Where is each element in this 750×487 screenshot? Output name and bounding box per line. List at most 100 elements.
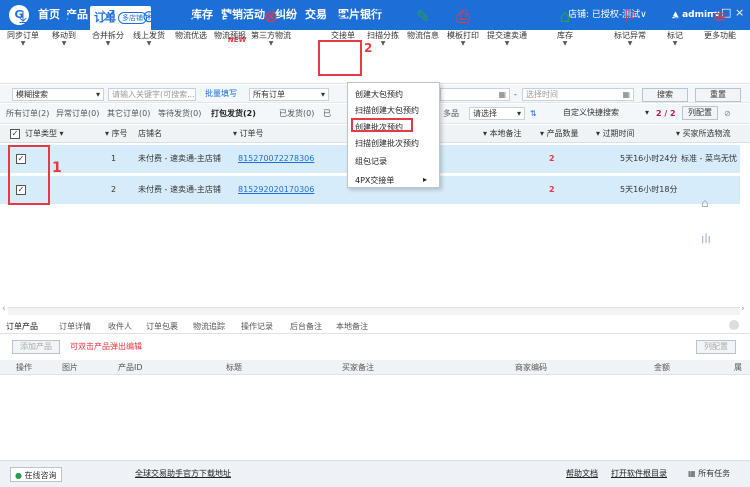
tab-packing-shipment[interactable]: 打包发货(2) xyxy=(211,108,256,120)
template-print-button[interactable]: ⎙ 模板打印 ▼ xyxy=(440,4,486,47)
tab-local-note[interactable]: 本地备注 xyxy=(336,321,368,332)
order-type-value: 所有订单 xyxy=(253,90,285,99)
multi-product-tag[interactable]: 多品 xyxy=(443,108,459,120)
chevron-down-icon: ▾ xyxy=(676,129,681,138)
annotation-number-2: 2 xyxy=(364,41,373,55)
chevron-down-icon: ▼ xyxy=(504,40,510,47)
chevron-down-icon: ▾ xyxy=(95,90,100,99)
chevron-down-icon: ▾ xyxy=(644,108,649,117)
filter-select-value: 请选择 xyxy=(473,109,497,118)
sort-icon[interactable]: ⇅ xyxy=(530,108,537,120)
col-buyer-logistics[interactable]: ▾ 买家所选物流 xyxy=(676,125,731,143)
settings-icon[interactable] xyxy=(729,320,739,330)
annotation-number-1: 1 xyxy=(52,160,62,176)
end-date-input[interactable]: 选择时间 ▦ xyxy=(522,88,634,101)
row-logistics: 标准 - 菜鸟无忧 xyxy=(681,154,737,163)
online-consult-button[interactable]: ● 在线咨询 xyxy=(10,467,62,482)
chevron-down-icon: ▼ xyxy=(20,40,26,47)
menu-item-4px-handover[interactable]: 4PX交接单 ▸ xyxy=(355,175,427,186)
chevron-left-icon[interactable]: ‹ xyxy=(2,304,6,314)
row-order-link[interactable]: 815270072278306 xyxy=(238,145,314,173)
third-party-logistics-button[interactable]: ⊗ 第三方物流 ▼ xyxy=(248,4,294,47)
batch-fill-link[interactable]: 批量填写 xyxy=(205,85,237,103)
col-product-id: 产品ID xyxy=(118,363,143,372)
keyword-input[interactable]: 请输入关键字(可搜索... xyxy=(108,88,196,101)
tab-all-orders[interactable]: 所有订单(2) xyxy=(6,108,49,120)
chevron-down-icon: ▾ xyxy=(233,129,238,138)
quick-search-select[interactable]: 自定义快捷搜索 ▾ xyxy=(560,107,652,120)
chevron-down-icon: ▾ xyxy=(483,129,488,138)
menu-item-package-record[interactable]: 组包记录 xyxy=(355,156,387,167)
add-product-button[interactable]: 添加产品 xyxy=(12,340,60,354)
col-order-no[interactable]: ▾ 订单号 xyxy=(233,125,264,143)
ban-icon[interactable]: ⊘ xyxy=(724,108,731,120)
tab-more[interactable]: 已 xyxy=(323,108,331,120)
row-order-link[interactable]: 815292020170306 xyxy=(238,176,314,204)
tab-other-orders[interactable]: 其它订单(0) xyxy=(107,108,150,120)
tab-operation-log[interactable]: 操作记录 xyxy=(241,321,273,332)
row-store: 未付费 - 速卖通-主店铺 xyxy=(138,154,221,163)
search-button[interactable]: 搜索 xyxy=(642,88,688,102)
menu-item-scan-create-batch[interactable]: 扫描创建批次预约 xyxy=(355,138,419,149)
chevron-down-icon: ▾ xyxy=(516,109,521,118)
edit-hint: 可双击产品弹出编辑 xyxy=(70,342,142,351)
column-config-button[interactable]: 列配置 xyxy=(682,106,718,120)
tab-backend-note[interactable]: 后台备注 xyxy=(290,321,322,332)
col-order-type[interactable]: 订单类型 ▾ xyxy=(25,125,64,143)
col-seq[interactable]: ▾ 序号 xyxy=(105,125,128,143)
col-label: 订单类型 xyxy=(25,129,57,138)
menu-item-create-big-package[interactable]: 创建大包预约 xyxy=(355,89,403,100)
help-doc-link[interactable]: 帮助文档 xyxy=(566,461,598,487)
tab-order-package[interactable]: 订单包裹 xyxy=(146,321,178,332)
print-icon: ⎙ xyxy=(456,7,470,27)
chevron-right-icon[interactable]: › xyxy=(741,304,745,314)
merge-split-icon: ⤮ xyxy=(101,7,115,27)
tab-awaiting-shipment[interactable]: 等待发货(0) xyxy=(158,108,201,120)
search-type-value: 模糊搜索 xyxy=(16,90,48,99)
filter-select[interactable]: 请选择 ▾ xyxy=(469,107,525,120)
date-separator: - xyxy=(514,90,517,99)
page-indicator: 2 / 2 xyxy=(656,109,676,118)
merge-split-button[interactable]: ⤮ 合并拆分 ▼ xyxy=(85,4,131,47)
order-type-select[interactable]: 所有订单 ▾ xyxy=(249,88,329,101)
tab-recipient[interactable]: 收件人 xyxy=(108,321,132,332)
online-ship-button[interactable]: ⊛ 线上发货 ▼ xyxy=(126,4,172,47)
mark-button[interactable]: ⚐ 标记 ▼ xyxy=(652,4,698,47)
all-tasks-button[interactable]: ▦ 所有任务 xyxy=(688,461,730,487)
detail-column-config-button[interactable]: 列配置 xyxy=(696,340,736,354)
chart-icon[interactable]: ılı xyxy=(701,232,711,246)
move-to-button[interactable]: ⇥ 移动到 ▼ xyxy=(41,4,87,47)
col-local-note[interactable]: ▾ 本地备注 xyxy=(483,125,522,143)
submit-aliexpress-button[interactable]: ☰ 提交速卖通 ▼ xyxy=(484,4,530,47)
horizontal-scrollbar[interactable] xyxy=(8,307,740,315)
logistics-forecast-button[interactable]: ➤ 物流预报 xyxy=(207,4,253,41)
tab-order-products[interactable]: 订单产品 xyxy=(6,321,38,332)
third-party-icon: ⊗ xyxy=(263,7,279,27)
tab-shipped[interactable]: 已发货(0) xyxy=(279,108,314,120)
chat-icon: ● xyxy=(15,471,22,480)
row-seq: 2 xyxy=(111,185,117,194)
official-download-link[interactable]: 全球交易助手官方下载地址 xyxy=(135,461,231,487)
select-all-checkbox[interactable]: ✓ xyxy=(10,129,20,139)
tab-order-detail[interactable]: 订单详情 xyxy=(59,321,91,332)
flag-icon: ⚐ xyxy=(622,7,638,27)
warehouse-icon: ⌂ xyxy=(559,7,571,27)
reset-button[interactable]: 重置 xyxy=(695,88,741,102)
menu-item-scan-create-big-package[interactable]: 扫描创建大包预约 xyxy=(355,105,419,116)
sync-order-button[interactable]: ⤓ 同步订单 ▼ xyxy=(0,4,46,47)
open-root-dir-link[interactable]: 打开软件根目录 xyxy=(611,461,667,487)
col-store[interactable]: 店铺名 xyxy=(138,125,162,143)
col-qty[interactable]: ▾ 产品数量 xyxy=(540,125,579,143)
tool-label: 更多功能 xyxy=(704,31,736,40)
search-type-select[interactable]: 模糊搜索 ▾ xyxy=(12,88,104,101)
col-expire[interactable]: ▾ 过期时间 xyxy=(596,125,635,143)
mark-exception-button[interactable]: ⚐ 标记异常 ▼ xyxy=(607,4,653,47)
more-functions-button[interactable]: ≡ 更多功能 xyxy=(697,4,743,41)
pin-icon[interactable]: ⌂ xyxy=(701,196,709,210)
tab-logistics-tracking[interactable]: 物流追踪 xyxy=(193,321,225,332)
time-placeholder: 选择时间 xyxy=(526,90,558,99)
row-seq: 1 xyxy=(111,154,117,163)
inventory-button[interactable]: ⌂ 库存 ▼ xyxy=(542,4,588,47)
tab-exception-orders[interactable]: 异常订单(0) xyxy=(56,108,99,120)
start-date-input[interactable]: ▦ xyxy=(440,88,510,101)
